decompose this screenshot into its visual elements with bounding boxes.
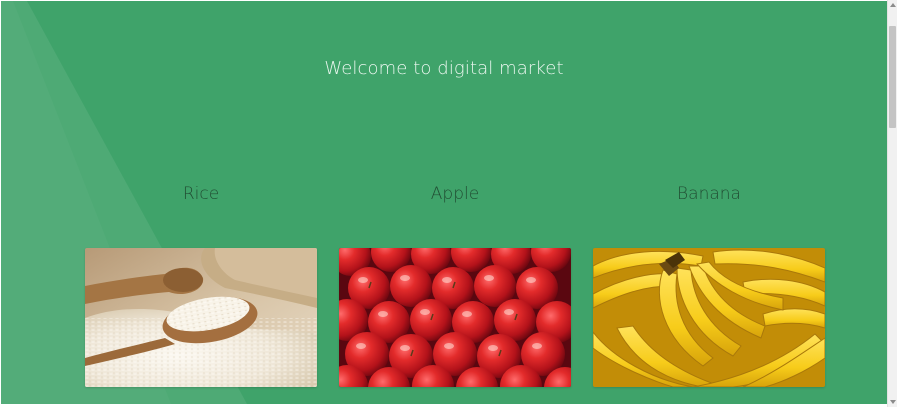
browser-viewport: Welcome to digital market Rice Apple Ban…: [0, 0, 897, 407]
market-page: Welcome to digital market Rice Apple Ban…: [1, 1, 887, 404]
scroll-up-arrow-icon[interactable]: [890, 3, 896, 7]
apple-image[interactable]: [339, 248, 571, 387]
product-label-rice: Rice: [182, 184, 220, 204]
vertical-scrollbar[interactable]: [887, 0, 897, 407]
product-label-apple: Apple: [430, 184, 480, 204]
rice-image[interactable]: [85, 248, 317, 387]
scrollbar-thumb[interactable]: [889, 26, 896, 128]
scroll-down-arrow-icon[interactable]: [890, 400, 896, 404]
page-title: Welcome to digital market: [324, 58, 564, 79]
banana-image[interactable]: [593, 248, 825, 387]
product-label-banana: Banana: [677, 184, 741, 204]
